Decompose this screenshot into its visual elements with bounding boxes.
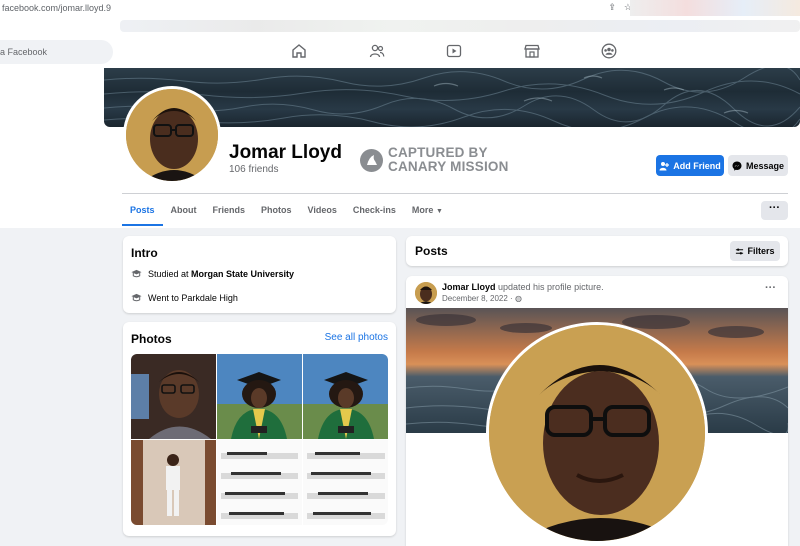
top-navigation: a Facebook xyxy=(0,36,800,68)
photo-grid xyxy=(131,354,388,525)
tab-friends[interactable]: Friends xyxy=(205,196,254,226)
post-author-name[interactable]: Jomar Lloyd xyxy=(442,282,496,292)
post-options-button[interactable]: ··· xyxy=(765,282,776,294)
school-link[interactable]: Morgan State University xyxy=(191,269,294,279)
photo-thumbnail[interactable] xyxy=(131,440,216,525)
ellipsis-icon: ··· xyxy=(765,282,776,294)
add-person-icon xyxy=(659,161,670,170)
post-date-text: December 8, 2022 · xyxy=(442,294,515,303)
tab-about[interactable]: About xyxy=(163,196,205,226)
profile-avatar[interactable] xyxy=(123,86,221,184)
highschool-row: Went to Parkdale High xyxy=(131,292,238,303)
watermark-line-1: CAPTURED BY xyxy=(388,145,488,160)
filters-button[interactable]: Filters xyxy=(730,241,780,261)
groups-icon[interactable] xyxy=(601,43,617,59)
posts-header-card: Posts Filters xyxy=(406,236,788,266)
messenger-icon xyxy=(732,161,742,171)
ellipsis-icon: ··· xyxy=(769,202,780,214)
intro-card: Intro Studied at Morgan State University… xyxy=(123,236,396,313)
watermark-line-2: CANARY MISSION xyxy=(388,159,509,174)
search-placeholder: a Facebook xyxy=(0,47,48,57)
marketplace-icon[interactable] xyxy=(524,43,540,59)
tab-more[interactable]: More ▼ xyxy=(404,196,451,226)
photo-thumbnail[interactable] xyxy=(131,354,216,439)
photos-title: Photos xyxy=(131,332,172,346)
header-divider xyxy=(122,193,788,194)
add-friend-label: Add Friend xyxy=(673,160,721,171)
tab-more-label: More xyxy=(411,205,434,215)
photo-thumbnail[interactable] xyxy=(303,440,388,525)
profile-tabs: Posts About Friends Photos Videos Check-… xyxy=(122,196,451,226)
tab-check-ins[interactable]: Check-ins xyxy=(345,196,404,226)
post-headline: Jomar Lloyd updated his profile picture. xyxy=(442,282,604,292)
sliders-icon xyxy=(736,248,744,254)
studied-prefix: Studied at xyxy=(148,268,192,279)
friends-icon[interactable] xyxy=(369,43,385,59)
message-button[interactable]: Message xyxy=(728,155,788,176)
post-action: updated his profile picture. xyxy=(495,282,604,292)
friend-count[interactable]: 106 friends xyxy=(229,164,278,175)
more-options-button[interactable]: ··· xyxy=(761,201,788,220)
intro-title: Intro xyxy=(131,246,158,260)
address-bar[interactable]: facebook.com/jomar.lloyd.9 ⇪ ☆ xyxy=(0,0,800,16)
graduation-cap-icon xyxy=(131,293,142,302)
message-label: Message xyxy=(745,160,785,171)
tab-photos[interactable]: Photos xyxy=(253,196,300,226)
add-friend-button[interactable]: Add Friend xyxy=(656,155,724,176)
graduation-cap-icon xyxy=(131,269,142,278)
filters-label: Filters xyxy=(747,246,775,256)
watch-icon[interactable] xyxy=(446,43,462,59)
search-input[interactable]: a Facebook xyxy=(0,40,113,64)
tab-videos[interactable]: Videos xyxy=(300,196,345,226)
bookmarks-bar xyxy=(0,16,800,36)
post-author-avatar[interactable] xyxy=(415,282,437,304)
watermark: CAPTURED BY CANARY MISSION xyxy=(360,146,509,174)
post-card: Jomar Lloyd updated his profile picture.… xyxy=(406,276,788,546)
posts-title: Posts xyxy=(415,244,448,258)
blurred-bookmarks xyxy=(120,20,800,32)
photos-card: Photos See all photos xyxy=(123,322,396,536)
went-to-text: Went to Parkdale High xyxy=(148,292,238,303)
see-all-photos-link[interactable]: See all photos xyxy=(325,332,388,343)
post-timestamp[interactable]: December 8, 2022 · ◍ xyxy=(442,294,522,303)
photo-thumbnail[interactable] xyxy=(217,440,302,525)
home-icon[interactable] xyxy=(291,43,307,59)
canary-logo-icon xyxy=(360,148,383,172)
profile-name: Jomar Lloyd xyxy=(229,142,342,163)
url-text: facebook.com/jomar.lloyd.9 xyxy=(2,3,112,13)
education-row: Studied at Morgan State University xyxy=(131,268,294,279)
studied-at-text: Studied at Morgan State University xyxy=(148,269,294,279)
photo-thumbnail[interactable] xyxy=(217,354,302,439)
blurred-extensions xyxy=(630,0,800,16)
updated-profile-picture[interactable] xyxy=(486,322,708,544)
photo-thumbnail[interactable] xyxy=(303,354,388,439)
caret-down-icon: ▼ xyxy=(435,208,443,215)
globe-icon: ◍ xyxy=(514,294,522,303)
tab-posts[interactable]: Posts xyxy=(122,196,163,226)
share-icon[interactable]: ⇪ xyxy=(608,2,616,13)
